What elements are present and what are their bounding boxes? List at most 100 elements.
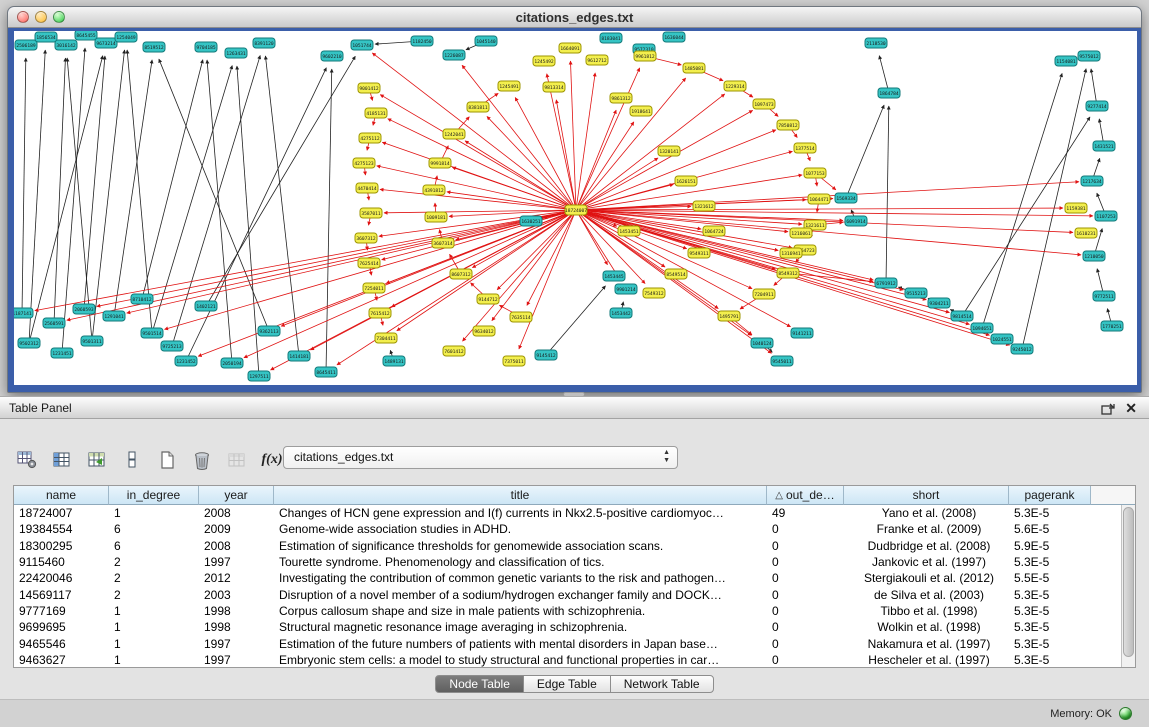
graph-node[interactable]: 1254049 <box>115 32 137 42</box>
table-options-button[interactable] <box>14 448 40 472</box>
graph-node[interactable]: 9772511 <box>1093 291 1115 301</box>
graph-node[interactable]: 1231452 <box>175 356 197 366</box>
graph-node[interactable]: 7304411 <box>375 333 397 343</box>
graph-node[interactable]: 1636044 <box>663 32 685 42</box>
table-row[interactable]: 977716911998Corpus callosum shape and si… <box>14 603 1135 619</box>
column-header-name[interactable]: name <box>14 486 109 505</box>
table-row[interactable]: 969969511998Structural magnetic resonanc… <box>14 619 1135 635</box>
graph-node[interactable]: 1009181 <box>425 212 447 222</box>
graph-node[interactable]: 8549312 <box>777 268 799 278</box>
graph-node[interactable]: 1216061 <box>790 228 812 238</box>
graph-node[interactable]: 1489131 <box>383 356 405 366</box>
graph-node[interactable]: 1263431 <box>225 48 247 58</box>
graph-node[interactable]: 1107253 <box>1095 211 1117 221</box>
graph-node[interactable]: 4275123 <box>353 158 375 168</box>
graph-node[interactable]: 9145412 <box>535 350 557 360</box>
graph-node[interactable]: 9575012 <box>1078 51 1100 61</box>
table-source-select[interactable]: citations_edges.txt ▲▼ <box>283 446 678 469</box>
graph-node[interactable]: 1321612 <box>693 201 715 211</box>
graph-node[interactable]: 9515213 <box>905 288 927 298</box>
table-row[interactable]: 2242004622012Investigating the contribut… <box>14 570 1135 586</box>
row-height-button[interactable] <box>119 448 145 472</box>
graph-node[interactable]: 4185131 <box>365 108 387 118</box>
graph-node[interactable]: 9001412 <box>358 83 380 93</box>
window-titlebar[interactable]: citations_edges.txt <box>8 7 1141 28</box>
graph-node[interactable]: 6791912 <box>875 278 897 288</box>
graph-node[interactable]: 8645455 <box>75 31 97 40</box>
table-row[interactable]: 911546021997Tourette syndrome. Phenomeno… <box>14 554 1135 570</box>
graph-node[interactable]: 9634012 <box>473 326 495 336</box>
graph-node[interactable]: 2060593 <box>73 304 95 314</box>
table-row[interactable]: 946554611997Estimation of the future num… <box>14 635 1135 651</box>
graph-node[interactable]: 1431521 <box>1093 141 1115 151</box>
graph-node[interactable]: 1320141 <box>658 146 680 156</box>
graph-node[interactable]: 9362113 <box>258 326 280 336</box>
graph-node[interactable]: 1856534 <box>35 32 57 42</box>
graph-node[interactable]: 2506189 <box>15 40 37 50</box>
graph-node[interactable]: 7204911 <box>753 289 775 299</box>
graph-node[interactable]: 1770251 <box>1101 321 1123 331</box>
graph-node[interactable]: 1610231 <box>1075 228 1097 238</box>
table-row[interactable]: 946362711997Embryonic stem cells: a mode… <box>14 652 1135 668</box>
graph-node[interactable]: 8183041 <box>600 33 622 43</box>
graph-node[interactable]: 9245012 <box>1011 344 1033 354</box>
graph-node[interactable]: 1245492 <box>533 56 555 66</box>
graph-node[interactable]: 8519512 <box>143 42 165 52</box>
graph-node[interactable]: 1864784 <box>878 88 900 98</box>
graph-node[interactable]: 9612712 <box>586 55 608 65</box>
graph-node[interactable]: 9704185 <box>195 42 217 52</box>
table-vertical-scrollbar[interactable] <box>1121 505 1135 667</box>
graph-node[interactable]: 1291041 <box>103 311 125 321</box>
graph-node[interactable]: 9141211 <box>791 328 813 338</box>
column-header-short[interactable]: short <box>844 486 1009 505</box>
graph-node[interactable]: 1045140 <box>475 36 497 46</box>
graph-node[interactable]: 1154081 <box>1055 56 1077 66</box>
graph-node[interactable]: 1414181 <box>288 351 310 361</box>
column-header-in_degree[interactable]: in_degree <box>109 486 199 505</box>
graph-node[interactable]: 9961812 <box>634 51 656 61</box>
graph-node[interactable]: 1182450 <box>411 36 433 46</box>
graph-node[interactable]: 1297511 <box>248 371 270 381</box>
graph-node[interactable]: 9725213 <box>161 341 183 351</box>
graph-node[interactable]: 9545011 <box>771 356 793 366</box>
graph-node[interactable]: 8381811 <box>467 102 489 112</box>
graph-node[interactable]: 3607312 <box>355 233 377 243</box>
graph-node[interactable]: 1064724 <box>703 226 725 236</box>
table-row[interactable]: 1830029562008Estimation of significance … <box>14 538 1135 554</box>
graph-node[interactable]: 1453451 <box>618 226 640 236</box>
graph-node[interactable]: 9901214 <box>615 284 637 294</box>
graph-node[interactable]: 9861312 <box>610 93 632 103</box>
graph-node[interactable]: 1231451 <box>51 348 73 358</box>
graph-node[interactable]: 4470414 <box>356 183 378 193</box>
graph-node[interactable]: 7549312 <box>643 288 665 298</box>
graph-node[interactable]: 9814514 <box>951 311 973 321</box>
graph-node[interactable]: 7625414 <box>358 258 380 268</box>
graph-node[interactable]: 9501514 <box>141 328 163 338</box>
function-builder-button[interactable]: f(x) <box>259 448 285 472</box>
table-row[interactable]: 1872400712008Changes of HCN gene express… <box>14 505 1135 521</box>
graph-node[interactable]: 1453442 <box>610 308 632 318</box>
graph-node[interactable]: 1626151 <box>675 176 697 186</box>
column-header-title[interactable]: title <box>274 486 767 505</box>
graph-node[interactable]: 9673214 <box>95 38 117 48</box>
graph-node[interactable]: 6091914 <box>845 216 867 226</box>
graph-node[interactable]: 1097473 <box>753 99 775 109</box>
graph-node[interactable]: 8710412 <box>131 294 153 304</box>
graph-node[interactable]: 7635114 <box>510 312 532 322</box>
graph-node[interactable]: 9991814 <box>429 158 451 168</box>
graph-node[interactable]: 7375011 <box>503 356 525 366</box>
table-row[interactable]: 1456911722003Disruption of a novel membe… <box>14 586 1135 602</box>
graph-node[interactable]: 2560591 <box>43 318 65 328</box>
network-canvas[interactable]: 2506189185653430161428645455967321412540… <box>14 31 1137 385</box>
graph-node[interactable]: 1664091 <box>559 43 581 53</box>
graph-node[interactable]: 7615412 <box>369 308 391 318</box>
tab-node-table[interactable]: Node Table <box>435 675 524 693</box>
graph-node[interactable]: 18724007 <box>565 205 587 215</box>
graph-node[interactable]: 1077153 <box>804 168 826 178</box>
graph-node[interactable]: 1229314 <box>724 81 746 91</box>
graph-node[interactable]: 1024551 <box>991 334 1013 344</box>
graph-node[interactable]: 1316941 <box>780 248 802 258</box>
import-table-button[interactable] <box>84 448 110 472</box>
merge-table-button[interactable] <box>224 448 250 472</box>
graph-node[interactable]: 1040124 <box>751 338 773 348</box>
